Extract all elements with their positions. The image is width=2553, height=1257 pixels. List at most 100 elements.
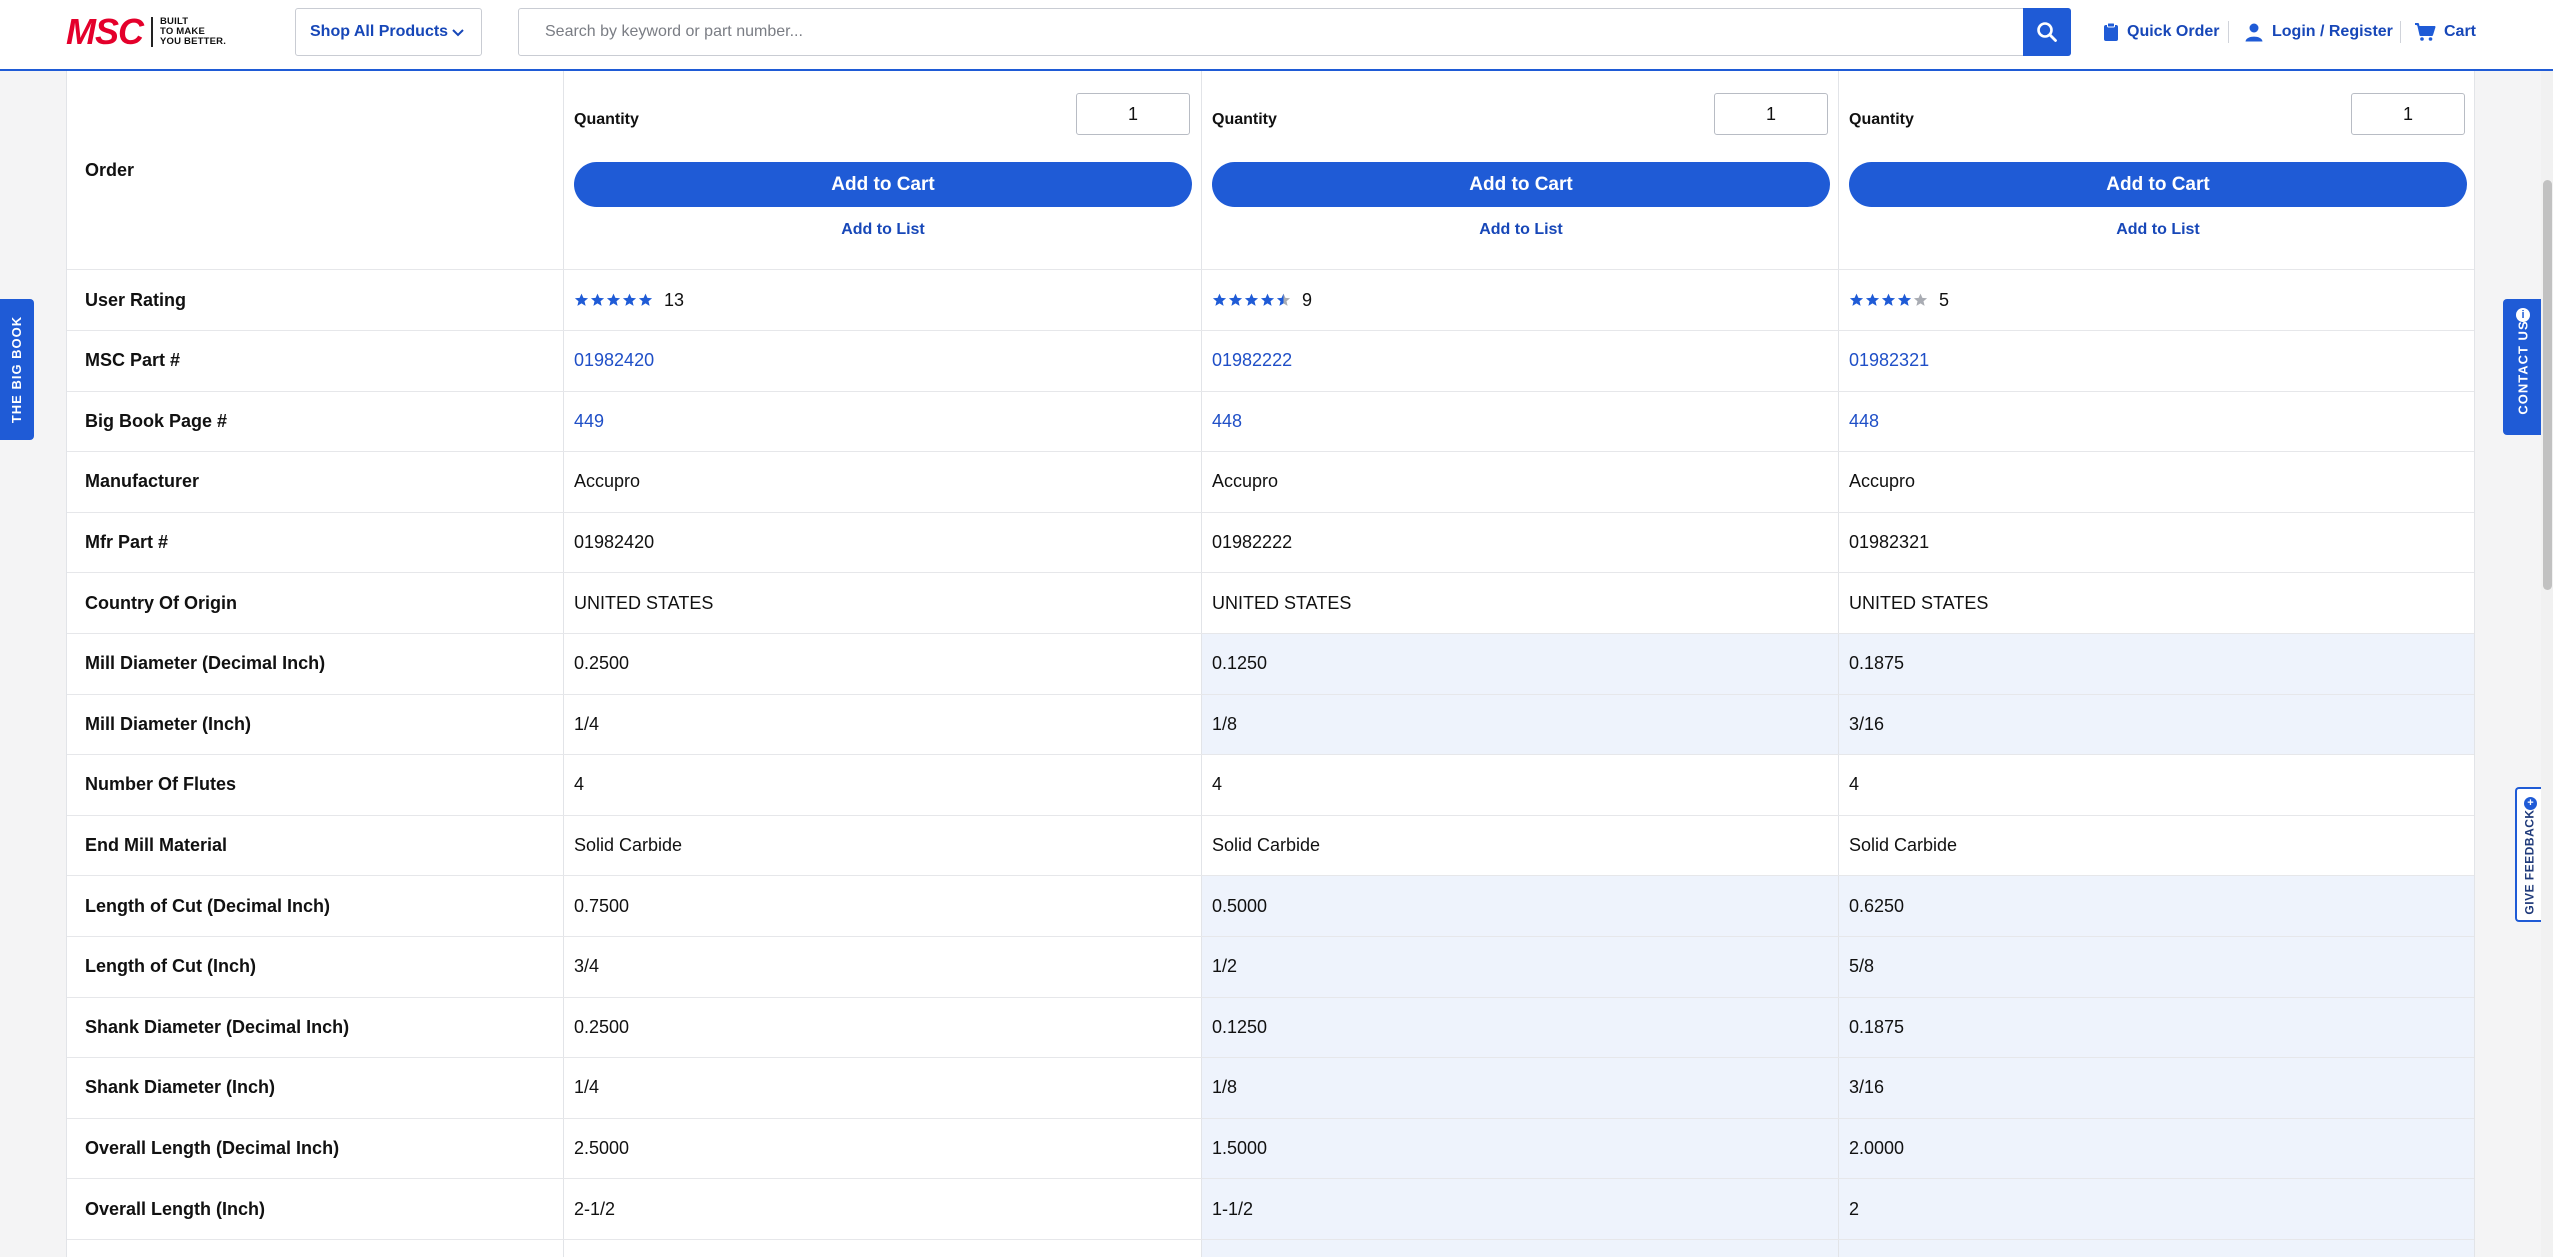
spec-value: 0.2500	[563, 634, 1201, 694]
quantity-input[interactable]	[1076, 93, 1190, 135]
spec-value-link[interactable]: 448	[1201, 391, 1838, 452]
cart-link[interactable]: Cart	[2414, 20, 2476, 44]
add-to-list-link[interactable]: Add to List	[1212, 221, 1830, 239]
quantity-input[interactable]	[1714, 93, 1828, 135]
product-comparison-table: Order Quantity Add to Cart Add to List Q…	[66, 71, 2475, 1257]
spec-value-link[interactable]: 01982420	[563, 331, 1201, 391]
spec-value-link[interactable]: 448	[1838, 391, 2474, 452]
spec-value: Accupro	[563, 452, 1201, 512]
msc-logo[interactable]: MSC BUILT TO MAKE YOU BETTER.	[66, 11, 226, 52]
star-icon	[1212, 293, 1227, 306]
spec-value-link[interactable]: 01982321	[1838, 331, 2474, 391]
cart-label: Cart	[2444, 23, 2477, 40]
spec-value: 0.1250	[1201, 997, 1838, 1058]
search-icon	[2037, 22, 2057, 42]
clipboard-icon	[2104, 22, 2118, 41]
row-label: Mfr Part #	[85, 532, 169, 553]
spec-value: 01982222	[1201, 512, 1838, 573]
row-label: Number Of Flutes	[85, 774, 237, 795]
search-input[interactable]	[519, 9, 2024, 55]
login-register-link[interactable]: Login / Register	[2244, 20, 2393, 44]
spec-row: Country Of Origin UNITED STATES UNITED STA…	[67, 573, 2474, 634]
row-label	[67, 1240, 563, 1257]
spec-value: 0.7500	[563, 876, 1201, 936]
row-label: Shank Diameter (Inch)	[85, 1077, 276, 1098]
spec-row: Length of Cut (Inch) 3/4 1/2 5/8	[67, 937, 2474, 998]
spec-row: Shank Diameter (Decimal Inch) 0.2500 0.125…	[67, 997, 2474, 1059]
spec-value: 0.5000	[1201, 876, 1838, 936]
header-divider	[2228, 21, 2229, 43]
spec-value-link[interactable]: 01982222	[1201, 331, 1838, 391]
spec-value: 2.5000	[563, 1118, 1201, 1179]
give-feedback-label: GIVE FEEDBACK	[2523, 808, 2537, 915]
spec-value: 01982420	[563, 512, 1201, 573]
spec-value	[1201, 1240, 1838, 1257]
logo-mark: MSC	[66, 11, 144, 52]
spec-row: Shank Diameter (Inch) 1/4 1/8 3/16	[67, 1058, 2474, 1119]
row-label: MSC Part #	[85, 350, 181, 371]
spec-value	[563, 1240, 1201, 1257]
spec-value: 3/16	[1838, 1058, 2474, 1118]
star-icon	[574, 293, 589, 306]
spec-value-link[interactable]: 449	[563, 391, 1201, 452]
shop-all-label: Shop All Products	[310, 23, 449, 40]
shop-all-products-button[interactable]: Shop All Products	[295, 8, 482, 56]
scrollbar-thumb[interactable]	[2543, 180, 2552, 590]
star-icon	[1276, 293, 1291, 306]
quick-order-link[interactable]: Quick Order	[2103, 20, 2219, 44]
give-feedback-tab[interactable]: + GIVE FEEDBACK	[2515, 787, 2543, 922]
row-label: Country Of Origin	[85, 592, 237, 613]
spec-value: Accupro	[1838, 452, 2474, 512]
row-label: Overall Length (Inch)	[85, 1198, 266, 1219]
spec-value: 2	[1838, 1179, 2474, 1239]
star-icon	[1228, 293, 1243, 306]
spec-value: 1/4	[563, 1058, 1201, 1118]
row-label: User Rating	[85, 289, 187, 310]
spec-value: 3/4	[563, 937, 1201, 997]
quantity-input[interactable]	[2351, 93, 2465, 135]
add-to-list-link[interactable]: Add to List	[574, 221, 1192, 239]
search-button[interactable]	[2023, 8, 2071, 56]
row-label: Length of Cut (Decimal Inch)	[85, 895, 330, 916]
star-icon	[606, 293, 621, 306]
add-to-cart-button[interactable]: Add to Cart	[1849, 162, 2467, 207]
spec-value: 1/8	[1201, 694, 1838, 755]
rating-cell-product-3: 5	[1838, 270, 2474, 330]
row-label: Overall Length (Decimal Inch)	[85, 1138, 340, 1159]
contact-us-label: CONTACT US	[2515, 319, 2531, 415]
order-row: Order Quantity Add to Cart Add to List Q…	[67, 71, 2474, 270]
add-to-list-link[interactable]: Add to List	[1849, 221, 2467, 239]
spec-value: Solid Carbide	[1201, 815, 1838, 876]
spec-value: 1/2	[1201, 937, 1838, 997]
spec-value: 2.0000	[1838, 1118, 2474, 1179]
spec-value: 2-1/2	[563, 1179, 1201, 1239]
add-to-cart-button[interactable]: Add to Cart	[574, 162, 1192, 207]
spec-value: 3/16	[1838, 694, 2474, 755]
spec-value: 5/8	[1838, 937, 2474, 997]
quick-order-label: Quick Order	[2127, 23, 2220, 40]
star-icon	[638, 293, 653, 306]
quantity-label: Quantity	[574, 111, 639, 128]
add-to-cart-button[interactable]: Add to Cart	[1212, 162, 1830, 207]
spec-value: UNITED STATES	[563, 573, 1201, 633]
spec-row: Overall Length (Inch) 2-1/2 1-1/2 2	[67, 1179, 2474, 1240]
star-rating[interactable]	[1849, 293, 1929, 307]
spec-row: Manufacturer Accupro Accupro Accupro	[67, 452, 2474, 513]
spec-value: 4	[1838, 755, 2474, 815]
spec-value: 1-1/2	[1201, 1179, 1838, 1239]
row-label: Order	[85, 159, 135, 180]
star-rating[interactable]	[574, 293, 654, 307]
logo-tagline: BUILT TO MAKE YOU BETTER.	[160, 17, 226, 47]
star-icon	[1244, 293, 1259, 306]
star-icon	[590, 293, 605, 306]
spec-value: Solid Carbide	[1838, 815, 2474, 876]
big-book-tab[interactable]: THE BIG BOOK	[0, 299, 34, 440]
star-rating[interactable]	[1212, 293, 1292, 307]
contact-us-tab[interactable]: i CONTACT US	[2503, 299, 2543, 435]
cart-icon	[2415, 23, 2436, 41]
row-label: Shank Diameter (Decimal Inch)	[85, 1016, 350, 1037]
spec-value: 0.1875	[1838, 634, 2474, 694]
logo-divider	[151, 17, 153, 47]
row-label: End Mill Material	[85, 835, 228, 856]
rating-cell-product-1: 13	[563, 270, 1201, 330]
